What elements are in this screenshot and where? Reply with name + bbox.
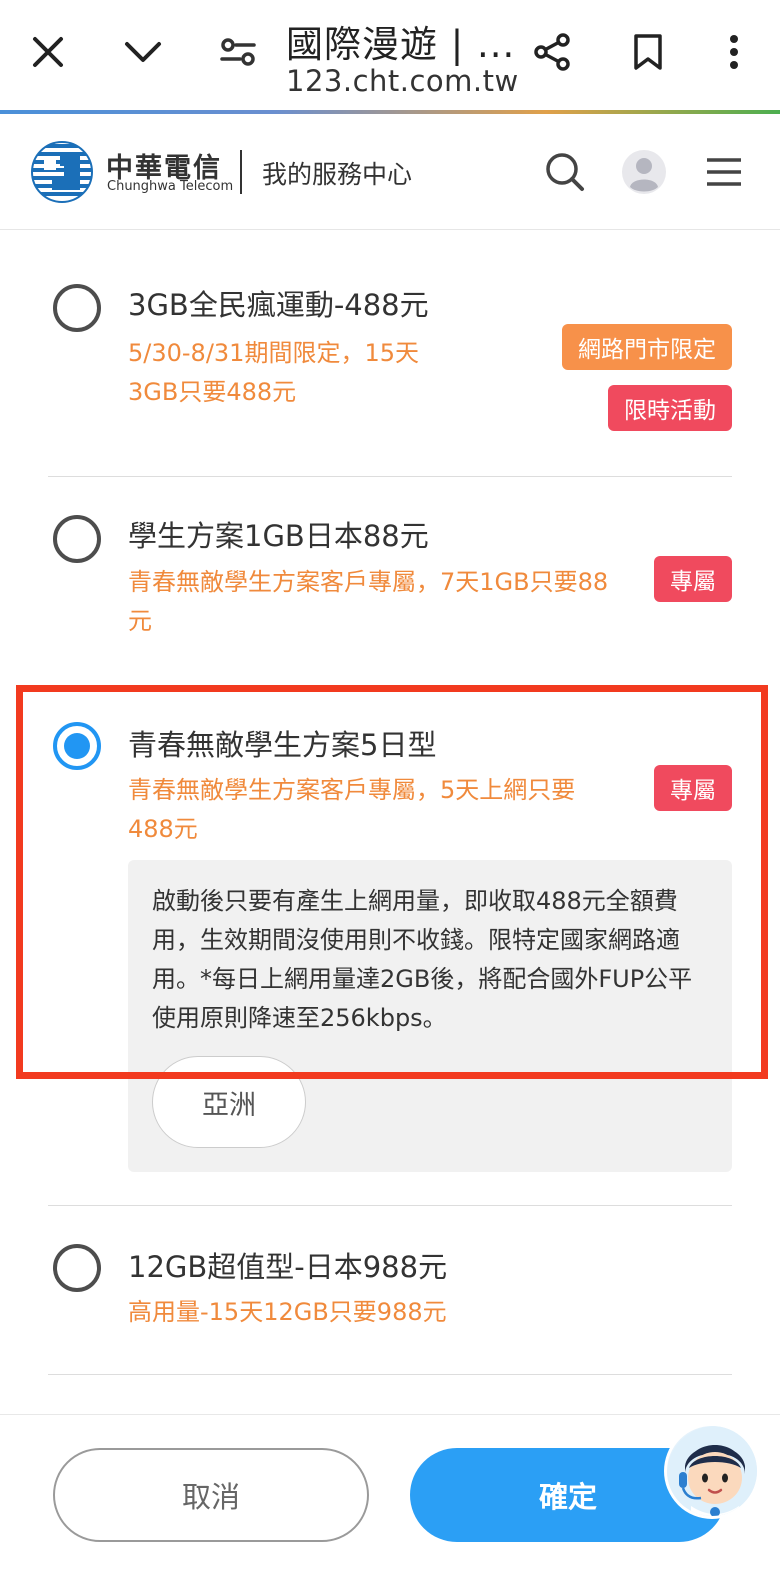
menu-icon[interactable] [696, 144, 752, 200]
plan-name: 3GB全民瘋運動-488元 [128, 288, 429, 322]
service-center-title: 我的服務中心 [262, 160, 413, 189]
plan-description: 高用量-15天12GB只要988元 [128, 1298, 447, 1326]
plan-option[interactable]: 12GB超值型-日本988元 高用量-15天12GB只要988元 [48, 1206, 732, 1374]
radio-button-checked[interactable] [53, 722, 101, 770]
divider [48, 1374, 732, 1375]
region-chip-asia[interactable]: 亞洲 [152, 1056, 306, 1148]
plan-name: 青春無敵學生方案5日型 [128, 728, 437, 762]
plan-name: 12GB超值型-日本988元 [128, 1250, 448, 1284]
page-title[interactable]: 國際漫遊 | ... [286, 14, 515, 68]
chevron-down-icon[interactable] [113, 22, 173, 82]
radio-button[interactable] [53, 515, 101, 563]
brand-name-en: Chunghwa Telecom [107, 179, 234, 194]
plan-detail-text: 啟動後只要有產生上網用量，即收取488元全額費用，生效期間沒使用則不收錢。限特定… [152, 887, 693, 1032]
plan-name: 學生方案1GB日本88元 [128, 519, 429, 553]
badge-exclusive: 專屬 [654, 765, 732, 811]
badge-exclusive: 專屬 [654, 556, 732, 602]
page-settings-icon[interactable] [208, 22, 268, 82]
radio-button[interactable] [53, 1244, 101, 1292]
browser-toolbar: 國際漫遊 | ... 123.cht.com.tw [0, 0, 780, 110]
badge-limited-time: 限時活動 [608, 385, 732, 431]
url-text[interactable]: 123.cht.com.tw [286, 64, 519, 98]
bottom-action-bar: 取消 確定 [0, 1414, 780, 1571]
plan-detail-panel: 啟動後只要有產生上網用量，即收取488元全額費用，生效期間沒使用則不收錢。限特定… [128, 860, 732, 1172]
close-icon[interactable] [18, 22, 78, 82]
share-icon[interactable] [522, 22, 582, 82]
plan-description: 青春無敵學生方案客戶專屬，7天1GB只要88元 [128, 568, 609, 635]
site-header: 中華電信 Chunghwa Telecom 我的服務中心 [0, 114, 780, 230]
plan-option[interactable]: 學生方案1GB日本88元 青春無敵學生方案客戶專屬，7天1GB只要88元 專屬 [48, 477, 732, 677]
cancel-button[interactable]: 取消 [53, 1448, 369, 1542]
avatar-icon[interactable] [616, 144, 672, 200]
plan-description: 青春無敵學生方案客戶專屬，5天上網只要488元 [128, 776, 576, 843]
badge-online-store: 網路門市限定 [562, 324, 732, 370]
bookmark-icon[interactable] [618, 22, 678, 82]
plan-description: 5/30-8/31期間限定，15天3GB只要488元 [128, 339, 419, 406]
search-icon[interactable] [537, 144, 593, 200]
chunghwa-logo-icon[interactable] [30, 140, 94, 204]
plan-option[interactable]: 3GB全民瘋運動-488元 5/30-8/31期間限定，15天3GB只要488元… [48, 256, 732, 476]
radio-button[interactable] [53, 284, 101, 332]
logo-divider [240, 150, 242, 194]
mascot-icon[interactable] [664, 1423, 760, 1519]
more-vert-icon[interactable] [704, 22, 764, 82]
